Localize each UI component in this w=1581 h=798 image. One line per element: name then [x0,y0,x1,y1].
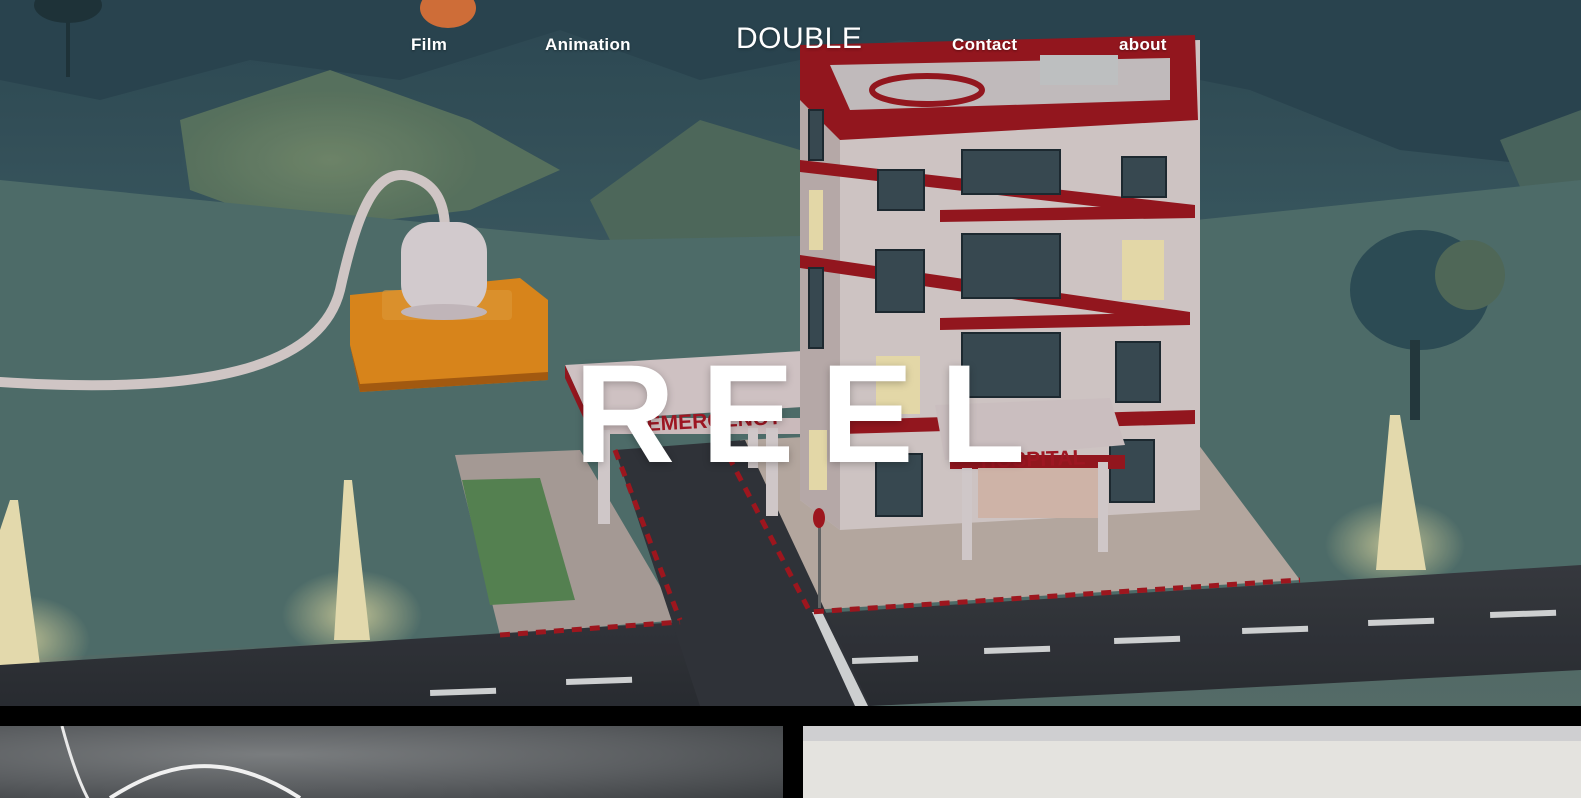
brand-logo-link[interactable]: DOUBLE [736,22,862,56]
nav-link-contact[interactable]: Contact [952,35,1017,55]
page: EMERGENCY HOSPITAL Film Animation DOUBLE… [0,0,1581,798]
project-thumbnail-right[interactable] [803,726,1581,798]
nav-link-animation[interactable]: Animation [545,35,631,55]
nav-link-about[interactable]: about [1119,35,1167,55]
project-thumbnail-left[interactable] [0,726,783,798]
cable-thumbnail-illustration [60,726,302,798]
nav-link-film[interactable]: Film [411,35,447,55]
hero-title: REEL [574,334,1052,492]
thumbnail-top-bar [803,726,1581,741]
top-navigation: Film Animation DOUBLE Contact about [0,0,1581,90]
hero-banner: EMERGENCY HOSPITAL Film Animation DOUBLE… [0,0,1581,706]
